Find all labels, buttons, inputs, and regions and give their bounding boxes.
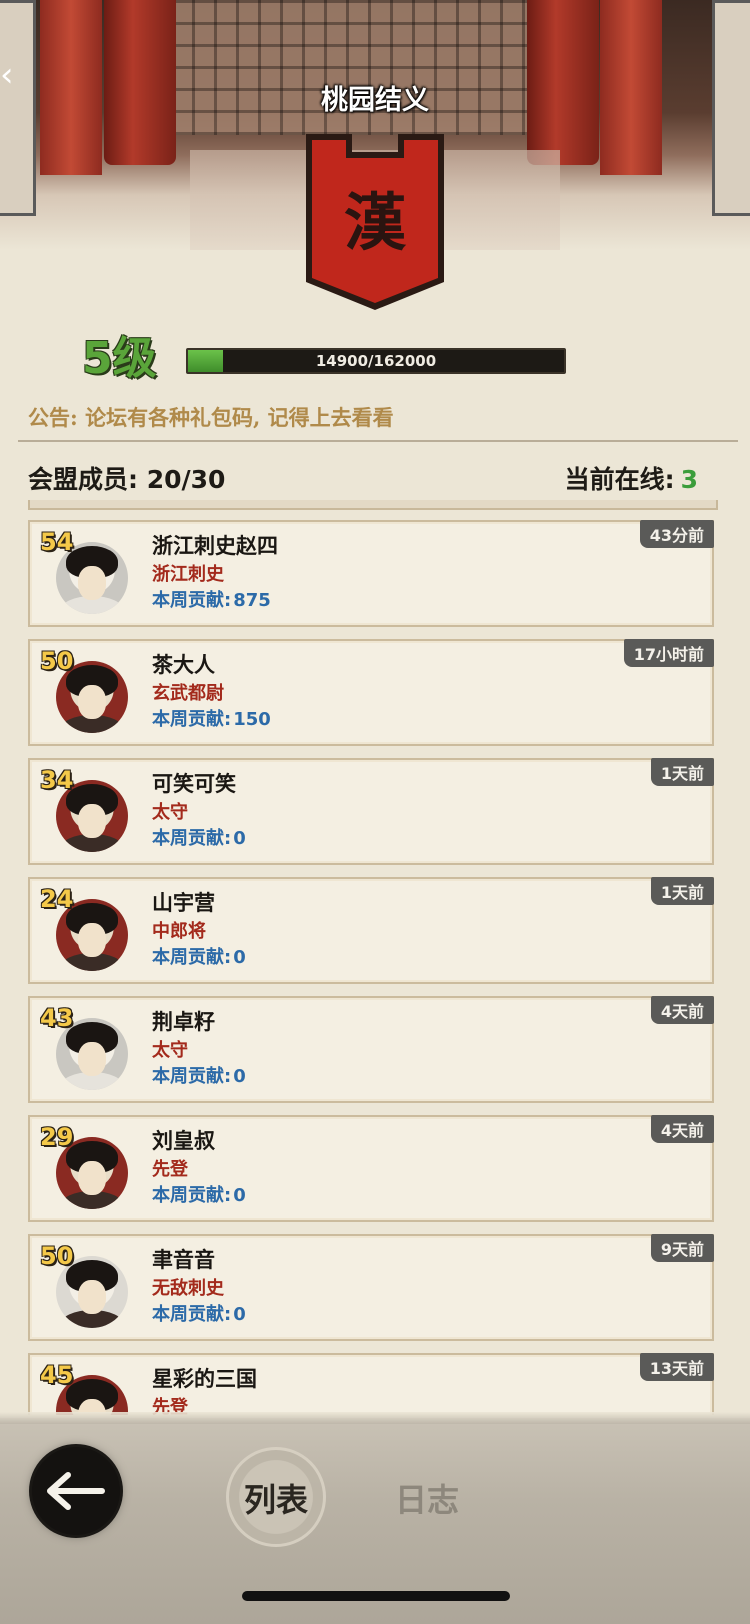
contribution-value: 0	[233, 947, 246, 968]
member-title: 玄武都尉	[152, 683, 224, 704]
member-level: 50	[40, 647, 74, 675]
contribution-label: 本周贡献:	[152, 1185, 232, 1206]
member-list[interactable]: 54 浙江刺史赵四 浙江刺史 本周贡献: 875 43分前 50 茶大人 玄武都尉 本周贡献: 15…	[28, 500, 714, 1415]
member-level: 24	[40, 885, 74, 913]
member-level: 43	[40, 1004, 74, 1032]
member-avatar-wrap: 50	[40, 1242, 128, 1332]
member-row[interactable]: 50 聿音音 无敌刺史 本周贡献: 0 9天前	[28, 1234, 714, 1341]
member-contribution: 本周贡献: 0	[152, 943, 246, 969]
member-avatar-wrap: 29	[40, 1123, 128, 1213]
divider	[18, 440, 738, 442]
guild-notice: 公告: 论坛有各种礼包码, 记得上去看看	[28, 405, 394, 430]
member-title: 太守	[152, 1040, 188, 1061]
contribution-value: 0	[233, 1066, 246, 1087]
member-title: 浙江刺史	[152, 564, 224, 585]
contribution-label: 本周贡献:	[152, 1066, 232, 1087]
member-level: 45	[40, 1361, 74, 1389]
member-row[interactable]: 29 刘皇叔 先登 本周贡献: 0 4天前	[28, 1115, 714, 1222]
member-contribution: 本周贡献: 0	[152, 824, 246, 850]
xp-progress-text: 14900/162000	[315, 352, 437, 370]
member-count: 会盟成员: 20/30	[28, 460, 225, 496]
member-count-value: 20/30	[146, 465, 226, 494]
last-seen-badge: 13天前	[639, 1353, 714, 1381]
home-indicator	[242, 1591, 510, 1601]
member-avatar-wrap: 24	[40, 885, 128, 975]
contribution-value: 150	[233, 709, 271, 730]
member-contribution: 本周贡献: 0	[152, 1300, 246, 1326]
member-contribution: 本周贡献: 0	[152, 1062, 246, 1088]
member-row[interactable]: 34 可笑可笑 太守 本周贡献: 0 1天前	[28, 758, 714, 865]
tab-list[interactable]: 列表	[226, 1475, 326, 1521]
member-title: 无敌刺史	[152, 1278, 224, 1299]
back-button[interactable]	[32, 1447, 120, 1535]
member-avatar-wrap: 34	[40, 766, 128, 856]
last-seen-badge: 4天前	[650, 996, 714, 1024]
member-avatar-wrap: 54	[40, 528, 128, 618]
last-seen-badge: 9天前	[650, 1234, 714, 1262]
contribution-value: 0	[233, 828, 246, 849]
contribution-label: 本周贡献:	[152, 828, 232, 849]
member-name: 可笑可笑	[152, 771, 236, 796]
banner-character: 漢	[344, 186, 407, 259]
contribution-value: 0	[233, 1304, 246, 1325]
tab-log[interactable]: 日志	[395, 1475, 459, 1521]
last-seen-badge: 43分前	[639, 520, 714, 548]
last-seen-badge: 17小时前	[623, 639, 714, 667]
contribution-value: 875	[233, 590, 271, 611]
guild-level: 5级	[82, 333, 157, 384]
member-title: 中郎将	[152, 921, 206, 942]
member-name: 茶大人	[152, 652, 215, 677]
xp-progress-bar: 14900/162000	[186, 348, 566, 374]
online-count-label: 当前在线:	[564, 465, 675, 494]
member-name: 聿音音	[152, 1247, 215, 1272]
online-count-value: 3	[680, 465, 698, 494]
member-level: 29	[40, 1123, 74, 1151]
last-seen-badge: 1天前	[650, 877, 714, 905]
member-title: 太守	[152, 802, 188, 823]
member-level: 34	[40, 766, 74, 794]
online-count: 当前在线: 3	[565, 460, 698, 496]
member-row[interactable]: 45星彩的三国先登本周贡献:013天前	[28, 1353, 714, 1415]
contribution-label: 本周贡献:	[152, 1304, 232, 1325]
contribution-value: 0	[233, 1185, 246, 1206]
member-name: 山宇营	[152, 890, 215, 915]
member-avatar-wrap: 43	[40, 1004, 128, 1094]
member-title: 先登	[152, 1159, 188, 1180]
member-level: 50	[40, 1242, 74, 1270]
member-name: 刘皇叔	[152, 1128, 215, 1153]
member-name: 荆卓籽	[152, 1009, 215, 1034]
member-row[interactable]: 43 荆卓籽 太守 本周贡献: 0 4天前	[28, 996, 714, 1103]
last-seen-badge: 4天前	[650, 1115, 714, 1143]
member-level: 54	[40, 528, 74, 556]
member-contribution: 本周贡献: 150	[152, 705, 271, 731]
member-contribution: 本周贡献: 0	[152, 1181, 246, 1207]
last-seen-badge: 1天前	[650, 758, 714, 786]
member-contribution: 本周贡献: 875	[152, 586, 271, 612]
contribution-label: 本周贡献:	[152, 709, 232, 730]
contribution-label: 本周贡献:	[152, 947, 232, 968]
member-avatar-wrap: 45	[40, 1361, 128, 1415]
back-arrow-icon	[47, 1472, 105, 1510]
member-count-label: 会盟成员:	[28, 465, 138, 494]
guild-banner: 漢	[306, 134, 444, 310]
member-name: 星彩的三国	[152, 1366, 257, 1391]
guild-name: 桃园结义	[321, 85, 429, 116]
member-row[interactable]: 24 山宇营 中郎将 本周贡献: 0 1天前	[28, 877, 714, 984]
contribution-label: 本周贡献:	[152, 590, 232, 611]
member-name: 浙江刺史赵四	[152, 533, 278, 558]
member-avatar-wrap: 50	[40, 647, 128, 737]
member-row[interactable]: 50 茶大人 玄武都尉 本周贡献: 150 17小时前	[28, 639, 714, 746]
member-row[interactable]: 54 浙江刺史赵四 浙江刺史 本周贡献: 875 43分前	[28, 520, 714, 627]
